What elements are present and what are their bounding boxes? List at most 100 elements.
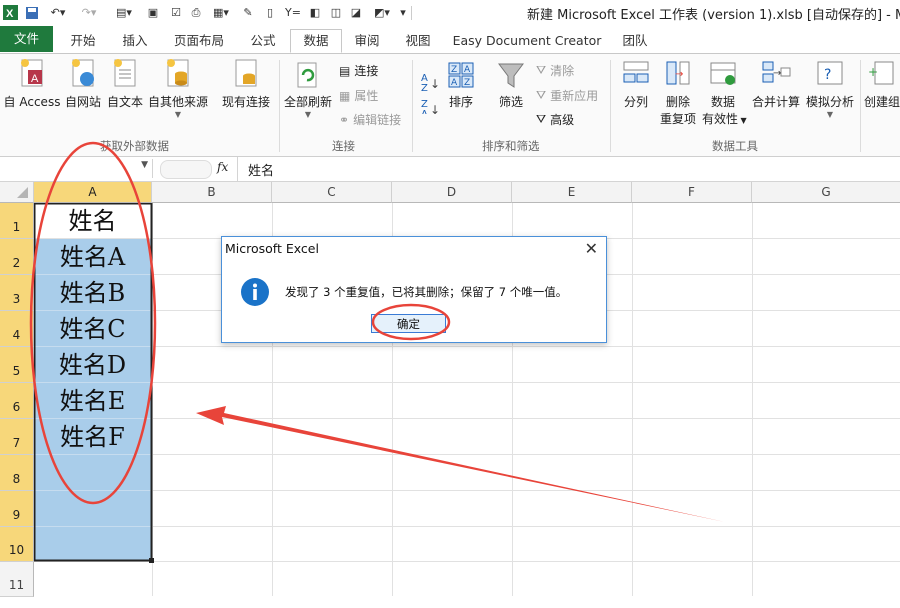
sort-button[interactable]: ZAAZ 排序 bbox=[444, 60, 478, 110]
row-header-5[interactable]: 5 bbox=[0, 347, 34, 383]
row-header-6[interactable]: 6 bbox=[0, 383, 34, 419]
print-icon[interactable]: ⎙ bbox=[188, 4, 204, 21]
edit-links-button[interactable]: ⚭ 编辑链接 bbox=[339, 111, 401, 128]
message-dialog: Microsoft Excel ✕ 发现了 3 个重复值，已将其删除；保留了 7… bbox=[221, 236, 607, 343]
divider bbox=[237, 157, 238, 181]
cell-a1[interactable]: 姓名 bbox=[34, 202, 151, 238]
tab-team[interactable]: 团队 bbox=[615, 30, 655, 52]
divider bbox=[279, 60, 280, 152]
redo-icon[interactable]: ↷▾ bbox=[78, 4, 100, 21]
from-web-button[interactable]: 自网站 bbox=[62, 58, 104, 110]
insert-function-button[interactable]: fx bbox=[217, 160, 228, 174]
tab-insert[interactable]: 插入 bbox=[115, 30, 155, 52]
row-header-1[interactable]: 1 bbox=[0, 203, 34, 239]
cell-a3[interactable]: 姓名B bbox=[34, 274, 151, 310]
filter-icon[interactable]: Y= bbox=[284, 4, 302, 21]
create-group-button[interactable]: + 创建组 bbox=[864, 58, 900, 110]
svg-text:Z: Z bbox=[451, 65, 457, 75]
text-to-columns-button[interactable]: 分列 bbox=[618, 58, 654, 110]
track-changes-icon[interactable]: ◩▾ bbox=[371, 4, 393, 21]
column-header-c[interactable]: C bbox=[272, 182, 392, 203]
cell-a7[interactable]: 姓名F bbox=[34, 418, 151, 454]
clear-filter-button[interactable]: ⛛ 清除 bbox=[536, 62, 574, 79]
from-text-button[interactable]: 自文本 bbox=[104, 58, 146, 110]
row-header-3[interactable]: 3 bbox=[0, 275, 34, 311]
tab-easy-document-creator[interactable]: Easy Document Creator bbox=[452, 30, 602, 52]
group-label-data-tools: 数据工具 bbox=[712, 139, 758, 153]
tab-file[interactable]: 文件 bbox=[0, 26, 53, 52]
svg-text:→: → bbox=[675, 69, 683, 80]
review-icon[interactable]: ◫ bbox=[328, 4, 344, 21]
properties-button[interactable]: ▦ 属性 bbox=[339, 87, 378, 104]
save-icon[interactable] bbox=[24, 4, 40, 21]
protect-icon[interactable]: ◪ bbox=[348, 4, 364, 21]
row-header-11[interactable]: 11 bbox=[0, 562, 34, 597]
table-icon[interactable]: ▦▾ bbox=[210, 4, 232, 21]
formula-bar-handle[interactable] bbox=[160, 160, 212, 179]
row-header-7[interactable]: 7 bbox=[0, 419, 34, 455]
tab-review[interactable]: 审阅 bbox=[347, 30, 387, 52]
share-icon[interactable]: ◧ bbox=[307, 4, 323, 21]
spelling-icon[interactable]: ☑ bbox=[168, 4, 184, 21]
ribbon-tabs: 文件 开始 插入 页面布局 公式 数据 审阅 视图 Easy Document … bbox=[0, 25, 900, 54]
column-header-a[interactable]: A bbox=[34, 182, 152, 203]
dropdown-arrow-icon: ▼ bbox=[738, 116, 747, 125]
what-if-analysis-button[interactable]: ? 模拟分析 ▼ bbox=[804, 58, 856, 119]
dialog-close-button[interactable]: ✕ bbox=[585, 239, 598, 258]
clipboard-icon[interactable]: ▯ bbox=[262, 4, 278, 21]
consolidate-button[interactable]: → 合并计算 bbox=[750, 58, 802, 110]
group-label-connections: 连接 bbox=[332, 139, 355, 153]
tab-data[interactable]: 数据 bbox=[290, 29, 342, 53]
customize-toolbar-icon[interactable]: ▾ bbox=[398, 4, 408, 21]
filter-button[interactable]: 筛选 bbox=[492, 60, 530, 110]
tab-page-layout[interactable]: 页面布局 bbox=[168, 30, 230, 52]
remove-duplicates-button[interactable]: → 删除 重复项 bbox=[658, 58, 698, 127]
svg-text:↓: ↓ bbox=[430, 77, 438, 91]
row-header-4[interactable]: 4 bbox=[0, 311, 34, 347]
reapply-button[interactable]: ⛛ 重新应用 bbox=[536, 87, 598, 104]
from-other-sources-button[interactable]: 自其他来源 ▼ bbox=[146, 58, 210, 119]
connections-button[interactable]: ▤ 连接 bbox=[339, 62, 378, 79]
web-icon bbox=[72, 59, 94, 87]
data-validation-button[interactable]: 数据 有效性 ▼ bbox=[702, 58, 747, 127]
row-header-9[interactable]: 9 bbox=[0, 491, 34, 527]
ok-button[interactable]: 确定 bbox=[371, 314, 446, 333]
name-box[interactable]: ▼ bbox=[0, 159, 153, 178]
cell-a4[interactable]: 姓名C bbox=[34, 310, 151, 346]
name-box-dropdown-icon[interactable]: ▼ bbox=[141, 160, 148, 170]
row-header-8[interactable]: 8 bbox=[0, 455, 34, 491]
filter-label: 筛选 bbox=[498, 95, 523, 109]
dropdown-arrow-icon: ▼ bbox=[826, 110, 834, 119]
column-header-g[interactable]: G bbox=[752, 182, 900, 203]
from-access-button[interactable]: A 自 Access bbox=[2, 58, 62, 110]
group-label-get-external-data: 获取外部数据 bbox=[100, 139, 169, 153]
cell-a5[interactable]: 姓名D bbox=[34, 346, 151, 382]
tab-formulas[interactable]: 公式 bbox=[243, 30, 283, 52]
refresh-all-button[interactable]: 全部刷新 ▼ bbox=[283, 60, 333, 119]
column-header-b[interactable]: B bbox=[152, 182, 272, 203]
row-header-10[interactable]: 10 bbox=[0, 527, 34, 562]
form-icon[interactable]: ▣ bbox=[145, 4, 161, 21]
formula-content[interactable]: 姓名 bbox=[248, 160, 274, 179]
svg-text:Z: Z bbox=[464, 78, 470, 88]
clear-label: 清除 bbox=[550, 64, 575, 78]
connections-label: 连接 bbox=[354, 64, 379, 78]
select-all-corner[interactable] bbox=[0, 182, 34, 203]
from-text-label: 自文本 bbox=[106, 95, 143, 109]
column-header-d[interactable]: D bbox=[392, 182, 512, 203]
from-access-label: 自 Access bbox=[3, 95, 61, 109]
column-header-e[interactable]: E bbox=[512, 182, 632, 203]
text-to-columns-label: 分列 bbox=[623, 95, 648, 109]
row-header-2[interactable]: 2 bbox=[0, 239, 34, 275]
existing-connections-button[interactable]: 现有连接 bbox=[218, 58, 274, 110]
tab-home[interactable]: 开始 bbox=[63, 30, 103, 52]
cell-a6[interactable]: 姓名E bbox=[34, 382, 151, 418]
print-preview-icon[interactable]: ▤▾ bbox=[113, 4, 135, 21]
sort-ascending-button[interactable]: AZ↓ZA↓ bbox=[418, 68, 440, 120]
advanced-filter-button[interactable]: ⛛ 高级 bbox=[536, 111, 574, 128]
undo-icon[interactable]: ↶▾ bbox=[47, 4, 69, 21]
column-header-f[interactable]: F bbox=[632, 182, 752, 203]
tab-view[interactable]: 视图 bbox=[398, 30, 438, 52]
cell-a2[interactable]: 姓名A bbox=[34, 238, 151, 274]
format-painter-icon[interactable]: ✎ bbox=[240, 4, 256, 21]
